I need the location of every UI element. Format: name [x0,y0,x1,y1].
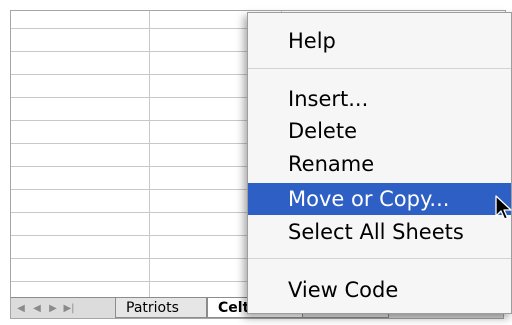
first-sheet-icon[interactable]: ◀ [15,303,27,315]
menu-item-insert[interactable]: Insert... [248,83,511,115]
last-sheet-icon[interactable]: ▶| [63,303,75,315]
menu-item-delete[interactable]: Delete [248,115,511,147]
sheet-tab-patriots[interactable]: Patriots [115,298,207,318]
grid-column-line [149,11,150,298]
menu-item-help[interactable]: Help [248,25,511,57]
menu-item-move-or-copy[interactable]: Move or Copy... [248,183,511,215]
menu-item-rename[interactable]: Rename [248,148,511,180]
next-sheet-icon[interactable]: ▶ [47,303,59,315]
menu-item-view-code[interactable]: View Code [248,274,511,306]
prev-sheet-icon[interactable]: ◀ [31,303,43,315]
menu-separator [248,258,511,259]
menu-separator [248,68,511,69]
menu-item-select-all-sheets[interactable]: Select All Sheets [248,216,511,248]
sheet-tab-context-menu: Help Insert... Delete Rename Move or Cop… [247,12,512,314]
arrow-pointer-icon [495,195,512,220]
